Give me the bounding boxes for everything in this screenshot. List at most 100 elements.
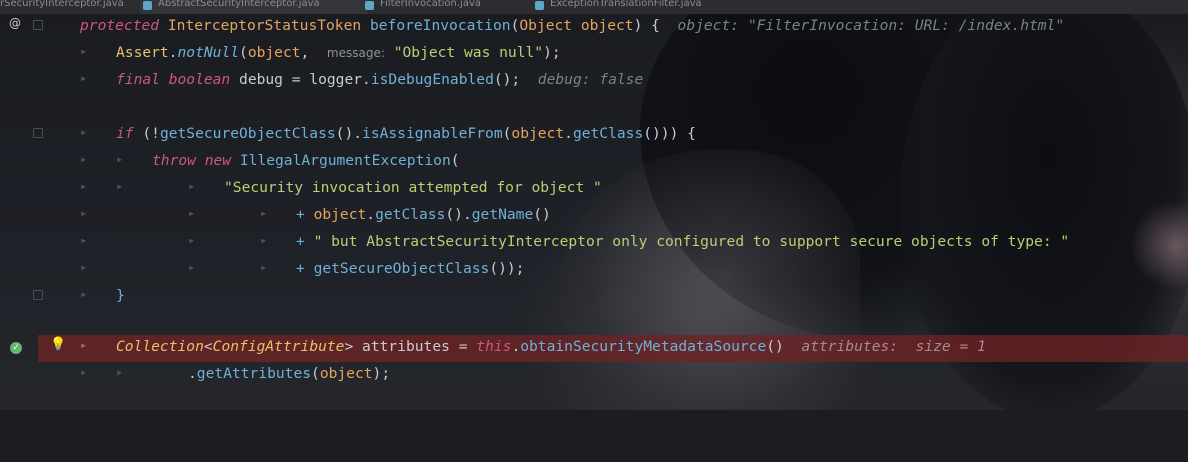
punctuation: = [282,71,310,88]
method-name: getClass [572,125,644,142]
punctuation: < [203,338,213,355]
keyword: if [116,125,134,142]
indent-guide: ▸ [188,206,196,220]
indent-guide: ▸ [80,125,88,139]
code-line: ▸ ▸ throw new IllegalArgumentException( [0,149,1188,176]
tab-filter-invocation[interactable]: FilterInvocation.java [362,0,481,14]
tab-label: rSecurityInterceptor.java [0,0,124,9]
punctuation: ); [543,44,561,61]
code-line: ▸ ▸ ▸ "Security invocation attempted for… [0,176,1188,203]
fold-icon[interactable] [33,128,43,138]
tab-exception-translation-filter[interactable]: ExceptionTranslationFilter.java [532,0,702,14]
punctuation: . [362,71,371,88]
code-line: ▸ ▸ ▸ + object.getClass().getName() [0,203,1188,230]
operator: + [296,233,314,250]
argument: object [247,44,301,61]
code-line: ▸ ▸ ▸ + " but AbstractSecurityIntercepto… [0,230,1188,257]
punctuation: ( [311,365,320,382]
indent-guide: ▸ [80,260,88,274]
fold-icon[interactable] [33,290,43,300]
punctuation: . [168,44,178,61]
param-type: Object [519,17,573,34]
method-name: obtainSecurityMetadataSource [520,338,767,355]
code-line: ▸ if (!getSecureObjectClass().isAssignab… [0,122,1188,149]
type-name: Collection [116,338,204,355]
field: logger [309,71,363,88]
java-file-icon [143,1,152,10]
param-name: object [580,17,634,34]
code-line: ▸ Assert.notNull(object, message: "Objec… [0,41,1188,68]
tab-label: AbstractSecurityInterceptor.java [158,0,320,9]
string-literal: " but AbstractSecurityInterceptor only c… [313,233,1070,250]
code-line: ▸ final boolean debug = logger.isDebugEn… [0,68,1188,95]
return-type: InterceptorStatusToken [167,17,362,34]
indent-guide: ▸ [80,179,88,193]
punctuation: (). [335,125,363,142]
punctuation: . [366,206,376,223]
override-icon[interactable]: @ [9,16,21,30]
argument: object [319,365,373,382]
indent-guide: ▸ [116,365,124,379]
type-name: ConfigAttribute [212,338,345,355]
argument: object [313,206,367,223]
inline-debug-value: debug: false [537,71,644,88]
breakpoint-check-icon[interactable]: ✓ [10,342,22,354]
method-name: getClass [375,206,446,223]
argument: object [511,125,565,142]
punctuation: ) { [633,17,660,34]
indent-guide: ▸ [260,233,268,247]
code-line: ▸ ▸ ▸ + getSecureObjectClass()); [0,257,1188,284]
method-name: isAssignableFrom [362,125,503,142]
punctuation: , [300,44,310,61]
keyword: this [476,338,512,355]
fold-icon[interactable] [33,20,43,30]
punctuation: () [766,338,784,355]
method-name: getSecureObjectClass [159,125,336,142]
tab-label: ExceptionTranslationFilter.java [550,0,702,9]
indent-guide: ▸ [116,179,124,193]
breakpoint-line: ▸ Collection<ConfigAttribute> attributes… [38,335,1188,362]
parameter-hint: message: [326,46,385,60]
indent-guide: ▸ [80,287,88,301]
intention-bulb-icon[interactable]: 💡 [50,337,66,352]
punctuation: > [344,338,354,355]
punctuation: . [188,365,197,382]
tab-abstract-security-interceptor[interactable]: AbstractSecurityInterceptor.java [140,0,368,14]
indent-guide: ▸ [188,260,196,274]
punctuation: (! [133,125,160,142]
string-literal: "Object was null" [393,44,544,61]
punctuation: ())) { [643,125,696,142]
indent-guide: ▸ [80,365,88,379]
indent-guide: ▸ [80,71,88,85]
java-file-icon [365,1,374,10]
indent-guide: ▸ [188,233,196,247]
indent-guide: ▸ [188,179,196,193]
tab-label: FilterInvocation.java [380,0,482,9]
variable: debug [239,71,283,88]
code-line: ▸ } [0,284,1188,311]
indent-guide: ▸ [80,233,88,247]
method-name: notNull [177,44,240,61]
operator: + [296,260,314,277]
punctuation: ( [450,152,460,169]
class-name: Assert [116,44,169,61]
punctuation: } [116,287,125,304]
punctuation: . [564,125,573,142]
indent-guide: ▸ [116,152,124,166]
punctuation: () [533,206,551,223]
operator: + [296,206,314,223]
method-name: getSecureObjectClass [313,260,490,277]
method-name: getName [471,206,534,223]
indent-guide: ▸ [260,260,268,274]
punctuation: ); [372,365,391,382]
keyword: protected [80,17,160,34]
indent-guide: ▸ [80,44,88,58]
keyword: throw new [152,152,232,169]
tab-security-interceptor[interactable]: rSecurityInterceptor.java [0,0,124,14]
punctuation: ( [239,44,248,61]
class-name: IllegalArgumentException [239,152,451,169]
punctuation: (). [445,206,472,223]
method-name: getAttributes [196,365,312,382]
keyword: final boolean [116,71,231,88]
code-line: protected InterceptorStatusToken beforeI… [0,14,1188,41]
